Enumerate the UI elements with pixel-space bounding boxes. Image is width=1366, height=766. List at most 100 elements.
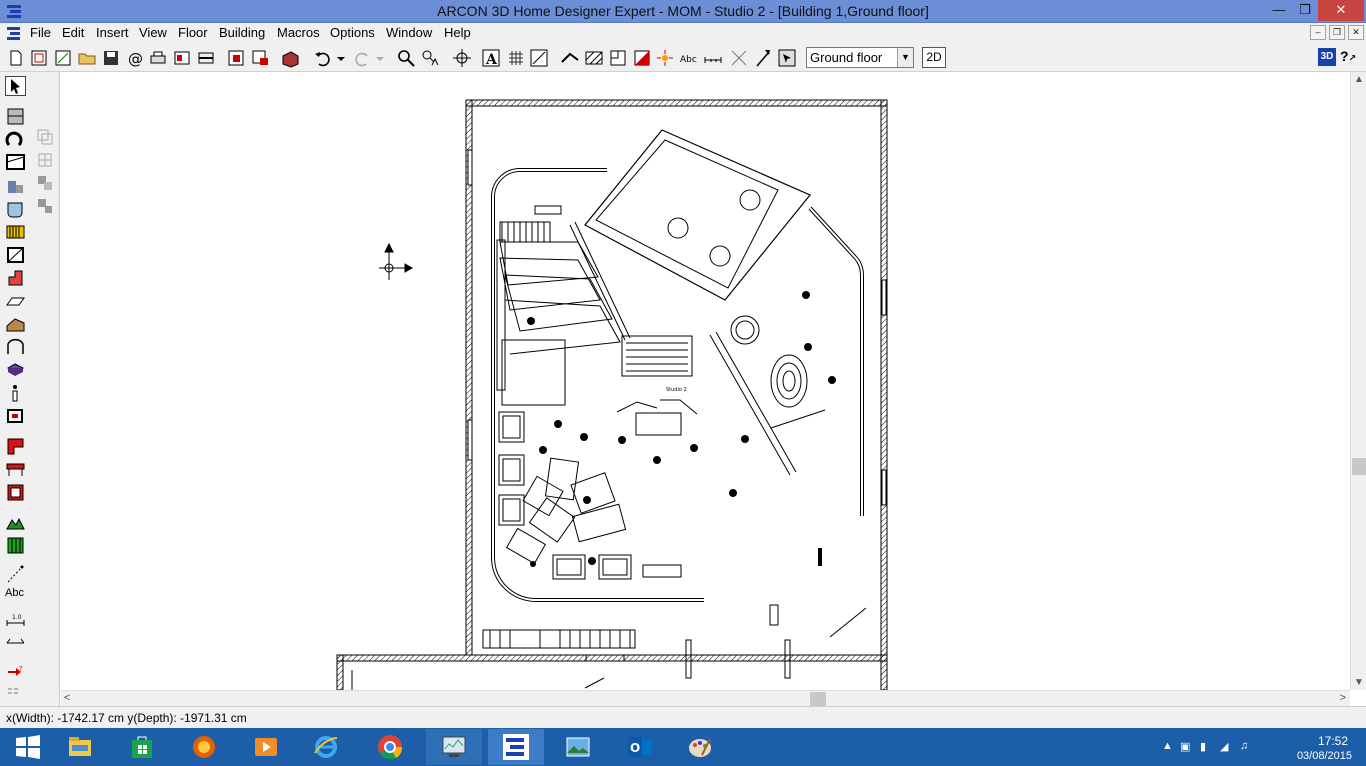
scroll-up-icon[interactable]: ▲: [1354, 74, 1364, 85]
grid-icon[interactable]: [506, 48, 526, 68]
system-monitor-icon[interactable]: [426, 729, 482, 765]
view-3d-button[interactable]: 3D: [1318, 48, 1336, 66]
text-font-icon[interactable]: A: [481, 48, 501, 68]
menu-macros[interactable]: Macros: [277, 25, 320, 40]
menu-file[interactable]: File: [30, 25, 51, 40]
measure-icon[interactable]: [729, 48, 749, 68]
ungroup-icon[interactable]: [36, 197, 54, 215]
horizontal-scrollbar[interactable]: < >: [61, 690, 1350, 706]
door-icon[interactable]: [5, 268, 26, 288]
paint-icon[interactable]: [672, 729, 728, 765]
network-icon[interactable]: ◢: [1220, 740, 1228, 753]
ruler-icon[interactable]: [529, 48, 549, 68]
menu-building[interactable]: Building: [219, 25, 265, 40]
plants-icon[interactable]: [5, 535, 26, 555]
wall-tool-icon[interactable]: [560, 48, 580, 68]
menu-window[interactable]: Window: [386, 25, 432, 40]
copy-floor-icon[interactable]: [36, 128, 54, 146]
undo-icon[interactable]: [313, 48, 333, 68]
color-fill-icon[interactable]: [632, 48, 652, 68]
catalog-icon[interactable]: [226, 48, 246, 68]
chevron-down-icon[interactable]: ▼: [897, 48, 913, 67]
label-text-icon[interactable]: Abc: [679, 48, 699, 68]
pointer-line-icon[interactable]: [753, 48, 773, 68]
vertical-scrollbar[interactable]: ▲ ▼: [1350, 72, 1366, 690]
zoom-area-icon[interactable]: [420, 48, 440, 68]
hatch-icon[interactable]: [584, 48, 604, 68]
print-icon[interactable]: [148, 48, 168, 68]
menu-options[interactable]: Options: [330, 25, 375, 40]
plan-wizard-icon[interactable]: [53, 48, 73, 68]
arcon-menu-icon[interactable]: [6, 26, 22, 41]
battery-icon[interactable]: ▮: [1200, 740, 1206, 753]
show-hidden-icons-icon[interactable]: ▲: [1162, 740, 1173, 752]
close-button[interactable]: ✕: [1318, 0, 1364, 21]
room-tool-icon[interactable]: [5, 152, 26, 172]
mdi-restore-button[interactable]: ❐: [1329, 25, 1345, 40]
chimney-icon[interactable]: [5, 199, 26, 219]
dimension-tool-icon[interactable]: 1.0: [5, 612, 26, 632]
view-2d-button[interactable]: 2D: [922, 47, 946, 68]
print-preview-icon[interactable]: [172, 48, 192, 68]
email-icon[interactable]: @: [125, 48, 145, 68]
open-plan-icon[interactable]: [29, 48, 49, 68]
scroll-left-icon[interactable]: <: [64, 692, 70, 704]
select-pointer-icon[interactable]: [5, 76, 26, 96]
chrome-icon[interactable]: [362, 729, 418, 765]
plan-canvas[interactable]: Studio 2: [61, 72, 1351, 690]
round-wall-icon[interactable]: [5, 129, 26, 149]
transfer-icon[interactable]: ?: [5, 662, 26, 682]
window-icon[interactable]: [5, 245, 26, 265]
select-object-icon[interactable]: [777, 48, 797, 68]
redo-icon[interactable]: [352, 48, 372, 68]
split-floor-icon[interactable]: [36, 151, 54, 169]
mdi-close-button[interactable]: ✕: [1348, 25, 1364, 40]
printer-setup-icon[interactable]: [196, 48, 216, 68]
open-folder-icon[interactable]: [77, 48, 97, 68]
snap-crosshair-icon[interactable]: [452, 48, 472, 68]
roof-window-icon[interactable]: [5, 291, 26, 311]
volume-icon[interactable]: ♫: [1240, 740, 1248, 752]
arcon-icon[interactable]: [488, 729, 544, 765]
roof-icon[interactable]: [5, 314, 26, 334]
undo-dropdown-icon[interactable]: [333, 48, 353, 68]
camera-icon[interactable]: [5, 406, 26, 426]
firefox-icon[interactable]: [176, 729, 232, 765]
photos-icon[interactable]: [550, 729, 606, 765]
3d-objects-icon[interactable]: [280, 48, 300, 68]
file-explorer-icon[interactable]: [52, 729, 108, 765]
insert-object-icon[interactable]: [250, 48, 270, 68]
menu-insert[interactable]: Insert: [96, 25, 129, 40]
dimension-icon[interactable]: [703, 48, 723, 68]
new-file-icon[interactable]: [6, 48, 26, 68]
redo-dropdown-icon[interactable]: [372, 48, 392, 68]
menu-help[interactable]: Help: [444, 25, 471, 40]
bath-icon[interactable]: [5, 482, 26, 502]
wall-icon[interactable]: [5, 106, 26, 126]
outlook-icon[interactable]: O: [612, 729, 668, 765]
room-icon[interactable]: [608, 48, 628, 68]
menu-floor[interactable]: Floor: [178, 25, 208, 40]
restore-button[interactable]: ❐: [1290, 0, 1320, 21]
internet-explorer-icon[interactable]: [298, 729, 354, 765]
mdi-minimize-button[interactable]: –: [1310, 25, 1326, 40]
kitchen-icon[interactable]: [5, 459, 26, 479]
more-tools-icon[interactable]: [5, 684, 26, 704]
line-tool-icon[interactable]: [5, 564, 26, 584]
scroll-right-icon[interactable]: >: [1340, 692, 1346, 704]
text-tool[interactable]: Abc: [5, 587, 35, 607]
store-icon[interactable]: [114, 729, 170, 765]
clock-date[interactable]: 03/08/2015: [1297, 750, 1352, 762]
context-help-button[interactable]: ?↗: [1340, 48, 1360, 66]
save-icon[interactable]: [101, 48, 121, 68]
start-icon[interactable]: [0, 729, 56, 765]
floor-select[interactable]: Ground floor ▼: [806, 47, 914, 68]
menu-view[interactable]: View: [139, 25, 167, 40]
terrain-icon[interactable]: [5, 512, 26, 532]
height-dimension-icon[interactable]: [5, 633, 26, 653]
furniture-icon[interactable]: [5, 436, 26, 456]
media-player-icon[interactable]: [238, 729, 294, 765]
action-center-icon[interactable]: ▣: [1180, 740, 1190, 753]
dormer-icon[interactable]: [5, 337, 26, 357]
vertical-scroll-thumb[interactable]: [1352, 458, 1366, 475]
